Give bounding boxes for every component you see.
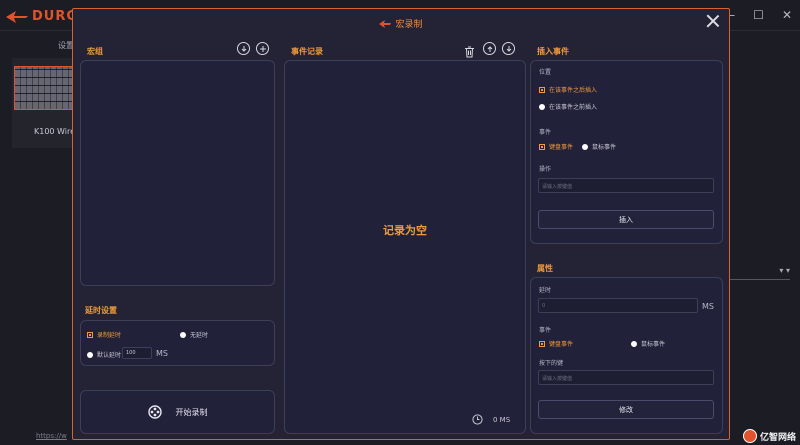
pressed-key-input[interactable]: 请输入按键值 xyxy=(538,370,714,385)
duration-text: 0 MS xyxy=(493,415,511,424)
insert-event-type-label: 事件 xyxy=(539,129,552,136)
watermark: 亿智网络 xyxy=(742,429,796,443)
default-delay-label: 默认延时 xyxy=(97,352,122,359)
action-label: 操作 xyxy=(539,166,552,173)
event-record-title: 事件记录 xyxy=(291,47,323,56)
arrow-down-icon xyxy=(506,45,511,52)
record-delay-label: 录制延时 xyxy=(97,332,122,339)
prop-keyboard-event-label: 键盘事件 xyxy=(549,341,574,348)
radio-icon xyxy=(582,143,588,150)
record-duration: 0 MS xyxy=(472,414,510,425)
prop-delay-unit: MS xyxy=(702,302,714,311)
checkbox-checked-icon xyxy=(539,143,545,150)
move-down-icon[interactable] xyxy=(502,42,515,55)
insert-button[interactable]: 插入 xyxy=(538,210,714,229)
insert-keyboard-event-label: 键盘事件 xyxy=(549,144,574,151)
radio-icon xyxy=(87,351,93,358)
dropdown-arrow[interactable]: ▾ ▾ xyxy=(730,266,790,280)
website-link[interactable]: https://w xyxy=(36,432,67,440)
record-delay-option[interactable]: 录制延时 xyxy=(87,330,121,339)
insert-before-option[interactable]: 在该事件之前插入 xyxy=(539,102,597,111)
modify-button[interactable]: 修改 xyxy=(538,400,714,419)
record-icon xyxy=(147,405,162,419)
prop-keyboard-event-option[interactable]: 键盘事件 xyxy=(539,339,573,348)
no-delay-label: 无延时 xyxy=(190,332,209,339)
insert-mouse-event-label: 鼠标事件 xyxy=(592,144,617,151)
default-delay-input[interactable]: 100 xyxy=(122,347,152,359)
insert-keyboard-event-option[interactable]: 键盘事件 xyxy=(539,142,573,151)
device-name: K100 Wire xyxy=(34,127,76,136)
brand-wing-icon xyxy=(379,19,392,28)
plus-icon xyxy=(259,45,266,52)
import-icon[interactable] xyxy=(237,42,250,55)
position-label: 位置 xyxy=(539,69,552,76)
default-delay-unit: MS xyxy=(156,349,168,358)
insert-after-option[interactable]: 在该事件之后插入 xyxy=(539,85,597,94)
checkbox-checked-icon xyxy=(539,340,545,347)
watermark-logo-icon xyxy=(742,429,757,443)
arrow-up-icon xyxy=(487,45,492,52)
maximize-button[interactable]: ☐ xyxy=(753,8,764,22)
insert-event-title: 插入事件 xyxy=(537,47,569,56)
event-record-list[interactable] xyxy=(284,60,526,434)
delay-settings-panel xyxy=(80,320,275,366)
radio-icon xyxy=(180,331,186,338)
checkbox-checked-icon xyxy=(87,331,93,338)
prop-event-label: 事件 xyxy=(539,327,552,334)
pressed-key-label: 按下的键 xyxy=(539,360,564,367)
delay-settings-title: 延时设置 xyxy=(85,306,117,315)
clock-icon xyxy=(472,414,483,425)
logo-wing-icon xyxy=(6,10,28,23)
trash-icon[interactable] xyxy=(464,43,475,58)
dialog-title: 宏录制 xyxy=(73,17,729,30)
keyboard-image xyxy=(14,66,80,110)
close-app-button[interactable]: ✕ xyxy=(782,8,792,22)
window-controls: — ☐ ✕ xyxy=(723,8,792,22)
watermark-text: 亿智网络 xyxy=(759,432,796,443)
radio-icon xyxy=(631,340,637,347)
insert-mouse-event-option[interactable]: 鼠标事件 xyxy=(582,142,616,151)
move-up-icon[interactable] xyxy=(483,42,496,55)
macro-group-list[interactable] xyxy=(80,60,275,286)
dialog-title-text: 宏录制 xyxy=(395,20,423,30)
start-record-button[interactable]: 开始录制 xyxy=(80,390,275,434)
prop-delay-label: 延时 xyxy=(539,287,552,294)
close-dialog-button[interactable] xyxy=(705,13,721,29)
default-delay-option[interactable]: 默认延时 xyxy=(87,350,121,359)
add-group-icon[interactable] xyxy=(256,42,269,55)
empty-record-text: 记录为空 xyxy=(383,224,427,237)
start-record-label: 开始录制 xyxy=(175,407,208,417)
checkbox-checked-icon xyxy=(539,86,545,93)
radio-icon xyxy=(539,103,545,110)
prop-delay-input[interactable]: 0 xyxy=(538,298,698,313)
prop-mouse-event-option[interactable]: 鼠标事件 xyxy=(631,339,665,348)
properties-title: 属性 xyxy=(537,264,553,273)
insert-after-label: 在该事件之后插入 xyxy=(549,87,598,94)
insert-before-label: 在该事件之前插入 xyxy=(549,104,598,111)
macro-group-title: 宏组 xyxy=(87,47,103,56)
arrow-down-icon xyxy=(241,45,246,52)
action-input[interactable]: 请输入按键值 xyxy=(538,178,714,193)
no-delay-option[interactable]: 无延时 xyxy=(180,330,208,339)
prop-mouse-event-label: 鼠标事件 xyxy=(641,341,666,348)
